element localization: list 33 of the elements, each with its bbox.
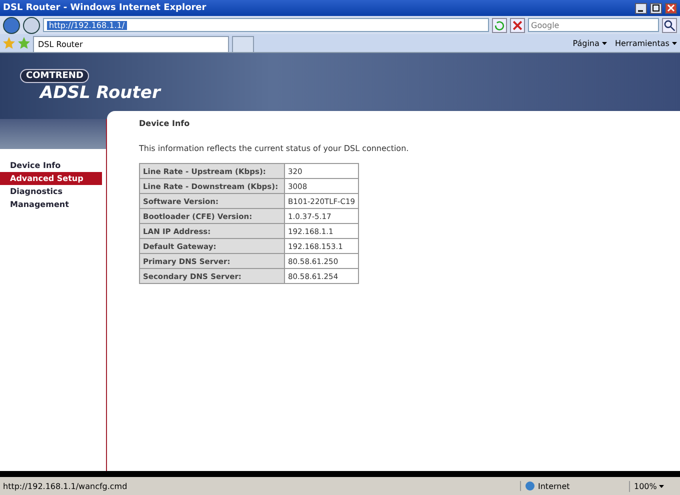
maximize-icon xyxy=(652,4,660,12)
search-field[interactable]: Google xyxy=(528,18,659,32)
status-text: http://192.168.1.1/wancfg.cmd xyxy=(3,482,128,490)
caret-icon xyxy=(672,42,677,46)
url-text: http://192.168.1.1/ xyxy=(47,20,127,30)
maximize-button[interactable] xyxy=(650,2,662,14)
minimize-button[interactable] xyxy=(635,2,647,14)
search-icon[interactable] xyxy=(662,18,677,32)
close-button[interactable] xyxy=(665,2,677,14)
caret-icon xyxy=(602,42,607,46)
zone-text: Internet xyxy=(538,482,570,490)
menu-button[interactable]: Página xyxy=(572,38,607,48)
nav-link[interactable]: Device Info xyxy=(0,159,102,172)
browser-tab[interactable]: DSL Router xyxy=(33,36,229,52)
page-heading: Device Info xyxy=(139,119,191,128)
product-title: ADSL Router xyxy=(40,83,162,103)
forward-button[interactable] xyxy=(23,16,40,34)
nav-link[interactable]: Diagnostics xyxy=(0,185,102,198)
refresh-icon[interactable] xyxy=(492,18,507,32)
nav-link[interactable]: Management xyxy=(0,198,102,211)
brand-logo: COMTREND xyxy=(20,69,90,83)
star-icon[interactable] xyxy=(3,37,15,49)
zoom-button[interactable]: 100% xyxy=(629,480,677,492)
globe-icon xyxy=(525,481,535,491)
stop-icon[interactable] xyxy=(510,18,525,32)
close-icon xyxy=(667,4,675,12)
caret-icon xyxy=(659,484,664,488)
menu-button[interactable]: Herramientas xyxy=(614,38,677,48)
window-title: DSL Router - Windows Internet Explorer xyxy=(3,3,208,13)
description-text: This information reflects the current status of your DSL connection. xyxy=(139,144,410,153)
back-button[interactable] xyxy=(3,16,20,34)
nav-link[interactable]: Advanced Setup xyxy=(0,172,102,185)
address-field[interactable]: http://192.168.1.1/ xyxy=(43,18,489,32)
